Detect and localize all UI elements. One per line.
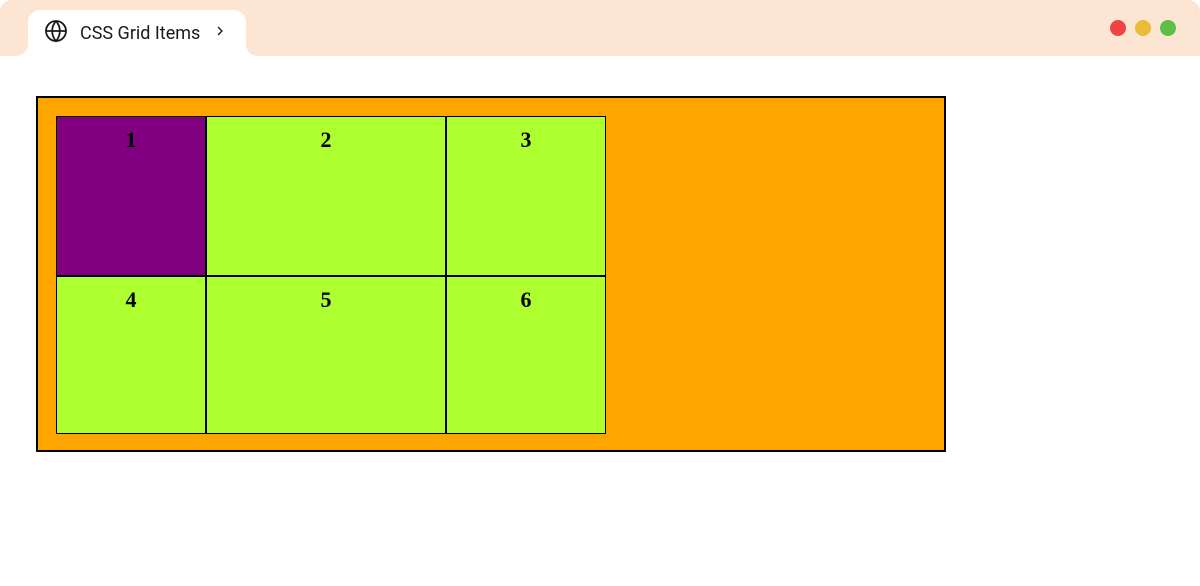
grid-row: 1 2 3 [56,116,606,276]
grid-row: 4 5 6 [56,276,606,434]
grid-item-2: 2 [206,116,446,276]
globe-icon [44,19,68,47]
chevron-right-icon [212,23,228,43]
grid-item-5: 5 [206,276,446,434]
content-area: 1 2 3 4 5 6 [0,56,1200,492]
window-controls [1110,20,1176,36]
browser-chrome: CSS Grid Items [0,0,1200,56]
grid-item-1: 1 [56,116,206,276]
minimize-window-button[interactable] [1135,20,1151,36]
browser-tab[interactable]: CSS Grid Items [28,10,246,56]
grid-inner: 1 2 3 4 5 6 [56,116,606,434]
tab-title: CSS Grid Items [80,23,200,44]
grid-item-4: 4 [56,276,206,434]
grid-container: 1 2 3 4 5 6 [36,96,946,452]
maximize-window-button[interactable] [1160,20,1176,36]
tab-area: CSS Grid Items [0,0,246,56]
grid-item-6: 6 [446,276,606,434]
grid-item-3: 3 [446,116,606,276]
close-window-button[interactable] [1110,20,1126,36]
